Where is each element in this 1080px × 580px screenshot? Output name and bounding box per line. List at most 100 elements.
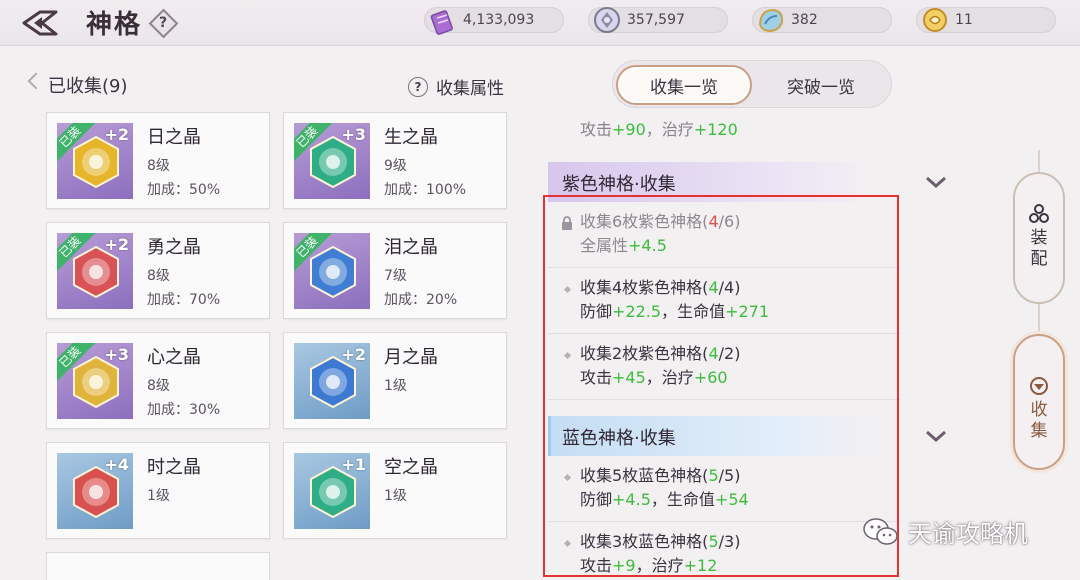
gem-thumbnail: 已装 +3: [57, 343, 133, 419]
equip-label-2: 配: [1030, 249, 1048, 269]
entry-reward: 攻击+9，治疗+12: [580, 556, 718, 575]
bullet-icon: [563, 285, 571, 293]
gem-card[interactable]: 已装 +2 勇之晶 8级 加成：70%: [46, 222, 270, 319]
gem-thumbnail: 已装 +3: [294, 123, 370, 199]
back-button[interactable]: [18, 6, 62, 40]
equip-icon: [1029, 204, 1049, 223]
view-tabs: 收集一览 突破一览: [612, 60, 892, 108]
collection-bonus-entry: 收集3枚蓝色神格(5/3) 攻击+9，治疗+12: [548, 522, 900, 580]
collected-count-label: 已收集(9): [48, 76, 128, 97]
gem-bonus: 加成：70%: [147, 292, 221, 308]
watermark: 天谕攻略机: [862, 514, 1028, 549]
bullet-icon: [563, 539, 571, 547]
equip-button[interactable]: 装 配: [1013, 172, 1065, 304]
help-button[interactable]: ?: [148, 8, 178, 38]
collection-attributes-button[interactable]: ? 收集属性: [408, 74, 504, 99]
silver-coin-icon: [594, 7, 620, 33]
gem-level: 1级: [147, 488, 170, 504]
gem-card-partial[interactable]: [46, 552, 270, 580]
enhance-level: +1: [341, 455, 366, 474]
gem-thumbnail: +1: [294, 453, 370, 529]
gem-thumbnail: 已装 +2: [57, 123, 133, 199]
enhance-level: +3: [104, 345, 129, 364]
entry-reward: 全属性+4.5: [580, 236, 667, 255]
collect-icon: [1030, 377, 1048, 395]
enhance-level: +2: [104, 125, 129, 144]
entry-reward: 防御+4.5，生命值+54: [580, 490, 749, 509]
previous-entry-stats: 攻击+90，治疗+120: [580, 120, 738, 139]
entry-marker: [560, 348, 574, 362]
tab-breakthrough-overview[interactable]: 突破一览: [753, 65, 889, 105]
gem-card[interactable]: 已装 泪之晶 7级 加成：20%: [283, 222, 507, 319]
purple-collection-header[interactable]: 紫色神格·收集: [548, 162, 956, 202]
purple-collection-title: 紫色神格·收集: [562, 174, 676, 195]
chevron-down-icon: [926, 430, 946, 443]
gem-level: 7级: [384, 268, 407, 284]
gem-level: 1级: [384, 488, 407, 504]
currency-gold-scroll[interactable]: 11: [916, 7, 1056, 33]
gem-thumbnail: +4: [57, 453, 133, 529]
enhance-level: +4: [104, 455, 129, 474]
bonus-list[interactable]: 攻击+90，治疗+120 紫色神格·收集 收集6枚紫色神格(4/6) 全属性+4.…: [548, 108, 956, 580]
entry-requirement: 收集5枚蓝色神格(5/5): [580, 466, 741, 485]
purple-crystal-icon: [430, 10, 453, 35]
entry-requirement: 收集2枚紫色神格(4/2): [580, 344, 741, 363]
gem-name: 空之晶: [384, 457, 438, 478]
lock-icon: [562, 216, 572, 230]
gem-card[interactable]: +4 时之晶 1级: [46, 442, 270, 539]
currency-value: 11: [955, 12, 973, 28]
gem-icon: [310, 246, 356, 298]
watermark-text: 天谕攻略机: [908, 520, 1028, 548]
entry-requirement: 收集4枚紫色神格(4/4): [580, 278, 741, 297]
gem-bonus: 加成：20%: [384, 292, 458, 308]
entry-requirement: 收集6枚紫色神格(4/6): [580, 212, 741, 231]
collect-label-1: 收: [1030, 400, 1048, 420]
collection-bonus-entry: 收集5枚蓝色神格(5/5) 防御+4.5，生命值+54: [548, 456, 900, 522]
help-icon: ?: [158, 15, 168, 31]
blue-collection-header[interactable]: 蓝色神格·收集: [548, 416, 956, 456]
page-title: 神格: [86, 10, 143, 40]
collection-attributes-label: 收集属性: [436, 79, 504, 99]
collection-bonus-entry: 收集2枚紫色神格(4/2) 攻击+45，治疗+60: [548, 334, 900, 400]
gem-level: 8级: [147, 158, 170, 174]
enhance-level: +2: [104, 235, 129, 254]
enhance-level: +2: [341, 345, 366, 364]
gem-thumbnail: +2: [294, 343, 370, 419]
currency-value: 4,133,093: [463, 12, 535, 28]
chevron-down-icon: [926, 176, 946, 189]
gem-bonus: 加成：50%: [147, 182, 221, 198]
entry-reward: 防御+22.5，生命值+271: [580, 302, 770, 321]
collected-heading: 已收集(9): [27, 72, 128, 98]
gem-bonus: 加成：30%: [147, 402, 221, 418]
top-bar: 神格 ? 4,133,093 357,597 382 11: [0, 0, 1080, 46]
gem-name: 勇之晶: [147, 237, 201, 258]
gem-thumbnail: 已装 +2: [57, 233, 133, 309]
question-icon: ?: [408, 76, 428, 97]
currency-blue-shell[interactable]: 382: [752, 7, 892, 33]
gem-name: 时之晶: [147, 457, 201, 478]
heading-bracket-icon: [27, 72, 45, 90]
gem-card[interactable]: 已装 +2 日之晶 8级 加成：50%: [46, 112, 270, 209]
gem-name: 生之晶: [384, 127, 438, 148]
gem-card[interactable]: +2 月之晶 1级: [283, 332, 507, 429]
gem-level: 1级: [384, 378, 407, 394]
tab-collection-overview[interactable]: 收集一览: [616, 65, 752, 105]
currency-silver-coin[interactable]: 357,597: [588, 7, 728, 33]
side-deco-line: [1038, 150, 1040, 172]
gem-card[interactable]: +1 空之晶 1级: [283, 442, 507, 539]
currency-purple-crystal[interactable]: 4,133,093: [424, 7, 564, 35]
collect-button[interactable]: 收 集: [1013, 334, 1065, 470]
collection-bonus-entry: 收集4枚紫色神格(4/4) 防御+22.5，生命值+271: [548, 268, 900, 334]
entry-marker: [560, 536, 574, 550]
gem-card[interactable]: 已装 +3 心之晶 8级 加成：30%: [46, 332, 270, 429]
entry-reward: 攻击+45，治疗+60: [580, 368, 728, 387]
blue-shell-icon: [758, 8, 784, 33]
entry-marker: [560, 282, 574, 296]
gold-scroll-icon: [923, 8, 947, 32]
gem-level: 8级: [147, 378, 170, 394]
gem-name: 泪之晶: [384, 237, 438, 258]
entry-marker: [560, 216, 574, 230]
gem-card[interactable]: 已装 +3 生之晶 9级 加成：100%: [283, 112, 507, 209]
bullet-icon: [563, 473, 571, 481]
collect-label-2: 集: [1030, 421, 1048, 441]
